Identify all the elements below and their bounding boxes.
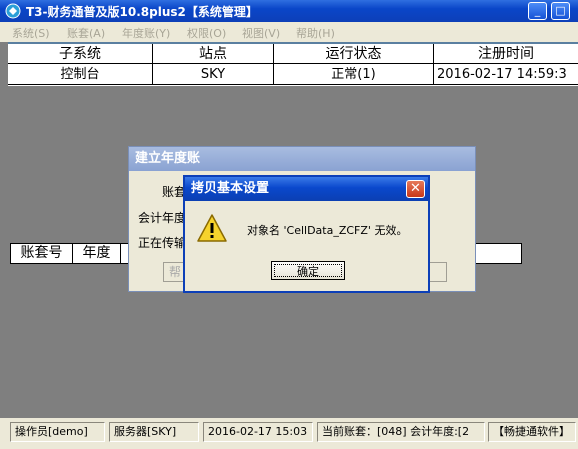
fiscal-year-label: 会计年度 [138,211,187,225]
dialog-title[interactable]: 建立年度账 [129,147,475,171]
warning-icon [197,214,227,242]
ok-button[interactable]: 确定 [271,261,345,280]
menu-permission[interactable]: 权限(O) [187,25,226,41]
copy-basic-settings-alert: 拷贝基本设置 ✕ 对象名 'CellData_ZCFZ' 无效。 确定 [183,175,430,293]
column-header-register-time[interactable]: 注册时间 [434,44,578,64]
table-cell[interactable]: SKY [153,64,274,85]
maximize-button[interactable]: □ [551,2,570,20]
window-titlebar[interactable]: T3-财务通普及版10.8plus2【系统管理】 _ □ [0,0,578,22]
column-header-account-no[interactable]: 账套号 [11,244,73,263]
dialog-button[interactable] [429,262,447,282]
menubar: 系统(S) 账套(A) 年度账(Y) 权限(O) 视图(V) 帮助(H) [0,22,578,42]
minimize-button[interactable]: _ [528,2,547,20]
status-operator: 操作员[demo] [10,422,105,442]
table-cell[interactable]: 正常(1) [274,64,434,85]
minimize-icon: _ [534,4,541,17]
menu-system[interactable]: 系统(S) [12,25,50,41]
status-server: 服务器[SKY] [109,422,199,442]
column-header-status[interactable]: 运行状态 [274,44,434,64]
menu-year-account[interactable]: 年度账(Y) [122,25,170,41]
app-icon [5,3,21,19]
table-cell[interactable]: 2016-02-17 14:59:3 [434,64,578,85]
menu-account[interactable]: 账套(A) [67,25,105,41]
window-title: T3-财务通普及版10.8plus2【系统管理】 [26,5,258,19]
table-cell[interactable]: 控制台 [8,64,153,85]
subsystem-table: 子系统 站点 运行状态 注册时间 控制台 SKY 正常(1) 2016-02-1… [8,44,578,86]
status-bar: 操作员[demo] 服务器[SKY] 2016-02-17 15:03 当前账套… [0,418,578,449]
column-header-subsystem[interactable]: 子系统 [8,44,153,64]
menu-view[interactable]: 视图(V) [242,25,280,41]
alert-message: 对象名 'CellData_ZCFZ' 无效。 [247,224,408,237]
menu-help[interactable]: 帮助(H) [296,25,335,41]
status-brand: 【畅捷通软件】 [488,422,576,442]
maximize-icon: □ [555,4,566,17]
close-icon: ✕ [410,181,421,196]
left-gutter [0,42,8,86]
close-button[interactable]: ✕ [406,180,425,198]
status-current-account: 当前账套：[048] 会计年度:[2 [317,422,485,442]
transfer-status-label: 正在传输 [138,236,187,250]
column-header-site[interactable]: 站点 [153,44,274,64]
alert-title[interactable]: 拷贝基本设置 [185,177,428,201]
column-header-year[interactable]: 年度 [73,244,121,263]
status-datetime: 2016-02-17 15:03 [203,422,313,442]
